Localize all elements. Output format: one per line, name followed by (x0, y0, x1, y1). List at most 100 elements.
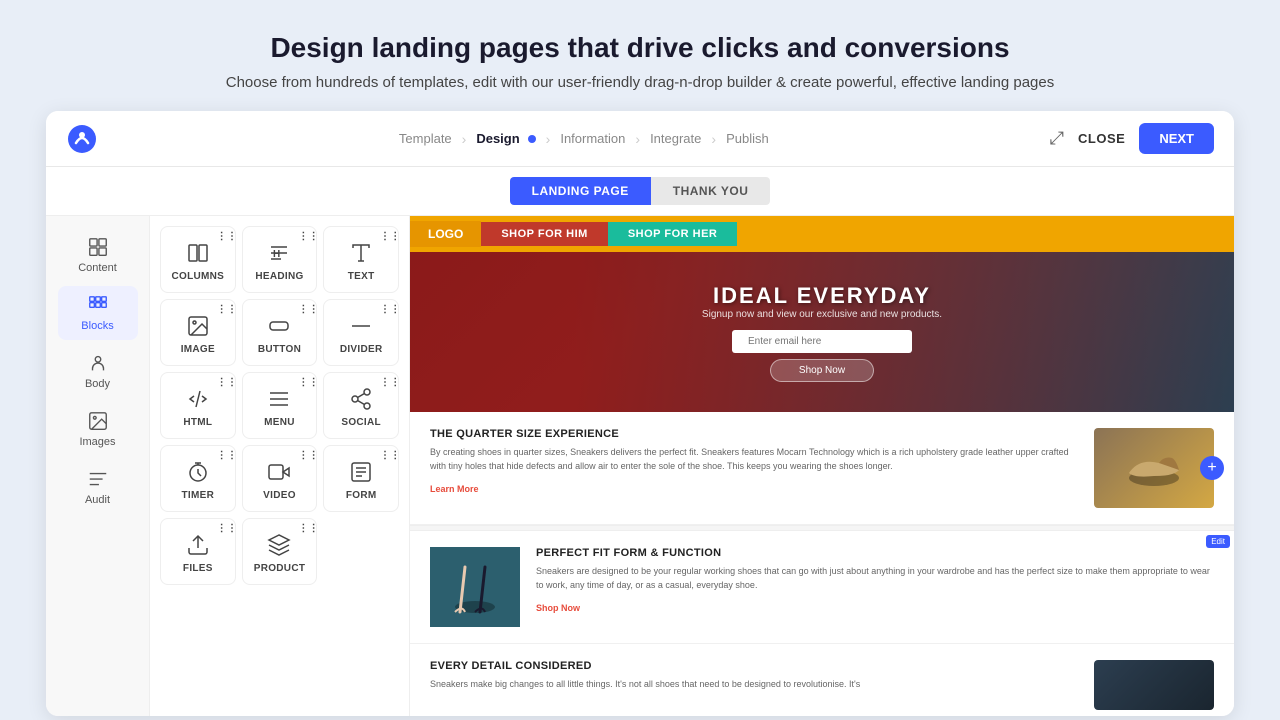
nav-step-publish[interactable]: Publish (726, 131, 769, 146)
lp-section-3: EVERY DETAIL CONSIDERED Sneakers make bi… (410, 644, 1234, 716)
block-html[interactable]: ⋮⋮ HTML (160, 372, 236, 439)
sidebar-label-images: Images (79, 436, 115, 448)
hero-subtitle: Choose from hundreds of templates, edit … (20, 74, 1260, 91)
sidebar-item-audit[interactable]: Audit (58, 460, 138, 514)
block-label-social: SOCIAL (341, 417, 381, 428)
block-video[interactable]: ⋮⋮ VIDEO (242, 445, 318, 512)
drag-handle-icon: ⋮⋮ (217, 523, 231, 537)
nav-header: Template › Design › Information › Integr… (46, 111, 1234, 167)
html-icon (186, 387, 210, 411)
block-label-menu: MENU (264, 417, 295, 428)
nav-steps: Template › Design › Information › Integr… (118, 131, 1050, 147)
content-icon (87, 236, 109, 258)
block-heading[interactable]: ⋮⋮ H HEADING (242, 226, 318, 293)
menu-icon (267, 387, 291, 411)
lp-shop-button[interactable]: Shop Now (770, 359, 874, 382)
block-label-image: IMAGE (181, 344, 215, 355)
section3-heading: EVERY DETAIL CONSIDERED (430, 660, 1078, 672)
block-image[interactable]: ⋮⋮ IMAGE (160, 299, 236, 366)
video-icon (267, 460, 291, 484)
svg-text:H: H (273, 249, 280, 260)
block-button[interactable]: ⋮⋮ BUTTON (242, 299, 318, 366)
nav-actions: ⤢ CLOSE NEXT (1050, 123, 1214, 154)
block-text[interactable]: ⋮⋮ TEXT (323, 226, 399, 293)
block-label-video: VIDEO (263, 490, 296, 501)
drag-handle-icon: ⋮⋮ (217, 304, 231, 318)
nav-step-template[interactable]: Template (399, 131, 452, 146)
canvas-area: LOGO SHOP FOR HIM SHOP FOR HER IDEAL EVE… (410, 216, 1234, 716)
nav-step-information[interactable]: Information (560, 131, 625, 146)
block-files[interactable]: ⋮⋮ FILES (160, 518, 236, 585)
chevron-icon-3: › (635, 131, 640, 147)
chevron-icon-2: › (546, 131, 551, 147)
drag-handle-icon: ⋮⋮ (298, 450, 312, 464)
tab-thank-you[interactable]: THANK YOU (651, 177, 771, 205)
nav-step-design[interactable]: Design (476, 131, 535, 146)
block-social[interactable]: ⋮⋮ SOCIAL (323, 372, 399, 439)
sidebar: Content Blocks Bod (46, 216, 150, 716)
sidebar-item-images[interactable]: Images (58, 402, 138, 456)
blocks-grid: ⋮⋮ COLUMNS ⋮⋮ H HEADING (160, 226, 399, 585)
text-icon (349, 241, 373, 265)
plus-add-icon[interactable]: + (1200, 456, 1224, 480)
drag-handle-icon: ⋮⋮ (380, 304, 394, 318)
tab-landing-page[interactable]: LANDING PAGE (510, 177, 651, 205)
blocks-icon (87, 294, 109, 316)
lp-nav-shop-him: SHOP FOR HIM (481, 222, 607, 246)
files-icon (186, 533, 210, 557)
section1-link[interactable]: Learn More (430, 484, 479, 494)
images-icon (87, 410, 109, 432)
nav-step-integrate[interactable]: Integrate (650, 131, 701, 146)
block-label-form: FORM (346, 490, 377, 501)
form-icon (349, 460, 373, 484)
divider-icon (349, 314, 373, 338)
block-menu[interactable]: ⋮⋮ MENU (242, 372, 318, 439)
timer-icon (186, 460, 210, 484)
section2-text: PERFECT FIT FORM & FUNCTION Sneakers are… (536, 547, 1214, 616)
block-label-html: HTML (183, 417, 212, 428)
chevron-icon-4: › (711, 131, 716, 147)
chevron-icon-1: › (462, 131, 467, 147)
block-label-columns: COLUMNS (172, 271, 225, 282)
block-divider[interactable]: ⋮⋮ DIVIDER (323, 299, 399, 366)
section1-image (1094, 428, 1214, 508)
hero-title: Design landing pages that drive clicks a… (20, 32, 1260, 64)
section2-heading: PERFECT FIT FORM & FUNCTION (536, 547, 1214, 559)
edit-badge: Edit (1206, 535, 1230, 548)
section2-body: Sneakers are designed to be your regular… (536, 565, 1214, 592)
next-button[interactable]: NEXT (1139, 123, 1214, 154)
blocks-panel: ⋮⋮ COLUMNS ⋮⋮ H HEADING (150, 216, 410, 716)
drag-handle-icon: ⋮⋮ (217, 450, 231, 464)
sidebar-label-audit: Audit (85, 494, 110, 506)
section2-link[interactable]: Shop Now (536, 603, 580, 613)
lp-nav-shop-her: SHOP FOR HER (608, 222, 738, 246)
sidebar-label-blocks: Blocks (81, 320, 113, 332)
drag-handle-icon: ⋮⋮ (298, 231, 312, 245)
close-button[interactable]: CLOSE (1078, 131, 1125, 146)
drag-handle-icon: ⋮⋮ (298, 304, 312, 318)
sidebar-item-body[interactable]: Body (58, 344, 138, 398)
hero-content: IDEAL EVERYDAY Signup now and view our e… (702, 283, 942, 382)
lp-hero-subtitle: Signup now and view our exclusive and ne… (702, 309, 942, 320)
active-dot (528, 135, 536, 143)
section1-text: THE QUARTER SIZE EXPERIENCE By creating … (430, 428, 1078, 497)
lp-hero-title: IDEAL EVERYDAY (702, 283, 942, 309)
block-columns[interactable]: ⋮⋮ COLUMNS (160, 226, 236, 293)
hero-section: Design landing pages that drive clicks a… (0, 0, 1280, 111)
lp-logo: LOGO (410, 221, 481, 247)
button-icon (267, 314, 291, 338)
sidebar-item-blocks[interactable]: Blocks (58, 286, 138, 340)
sidebar-item-content[interactable]: Content (58, 228, 138, 282)
block-label-timer: TIMER (182, 490, 215, 501)
lp-hero-section: IDEAL EVERYDAY Signup now and view our e… (410, 252, 1234, 412)
block-timer[interactable]: ⋮⋮ TIMER (160, 445, 236, 512)
block-form[interactable]: ⋮⋮ FORM (323, 445, 399, 512)
drag-handle-icon: ⋮⋮ (217, 377, 231, 391)
expand-icon[interactable]: ⤢ (1050, 128, 1064, 149)
lp-section-1: THE QUARTER SIZE EXPERIENCE By creating … (410, 412, 1234, 525)
columns-icon (186, 241, 210, 265)
heading-icon: H (267, 241, 291, 265)
block-product[interactable]: ⋮⋮ PRODUCT (242, 518, 318, 585)
lp-email-input[interactable] (732, 330, 912, 353)
section1-body: By creating shoes in quarter sizes, Snea… (430, 446, 1078, 473)
